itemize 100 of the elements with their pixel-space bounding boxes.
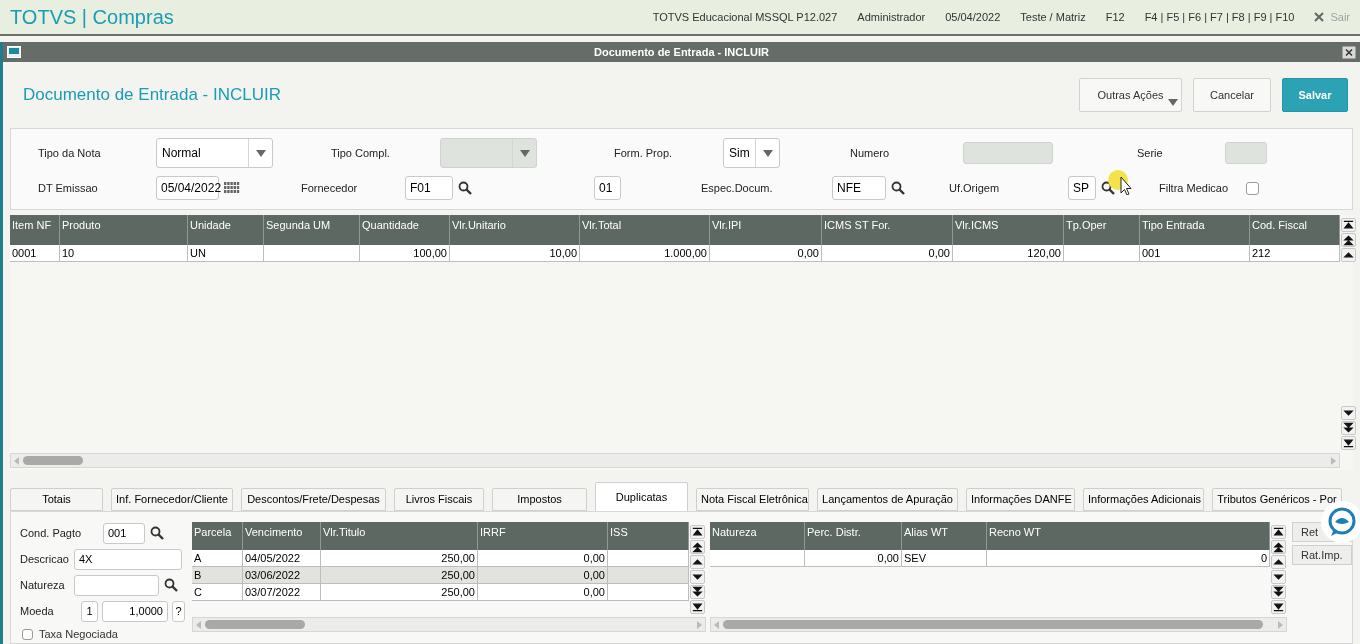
table-cell: 0,00 — [805, 550, 902, 566]
page-up-button[interactable] — [1341, 233, 1356, 247]
input-field[interactable]: 1 — [81, 600, 98, 622]
table-cell: 03/07/2022 — [243, 584, 321, 600]
table-cell: 0,00 — [478, 567, 608, 583]
tab[interactable]: Descontos/Frete/Despesas — [241, 488, 386, 511]
scroll-top-button[interactable] — [690, 525, 705, 539]
status-item: Administrador — [857, 9, 926, 25]
scroll-bottom-button[interactable] — [690, 600, 705, 614]
search-icon[interactable] — [164, 578, 178, 592]
field-label: Espec.Docum. — [701, 180, 774, 196]
table-cell: 0001 — [10, 245, 60, 261]
field-label: Filtra Medicao — [1159, 180, 1230, 196]
tab[interactable]: Duplicatas — [595, 482, 688, 511]
field-label: Tipo Compl. — [331, 145, 391, 161]
close-icon — [1314, 12, 1325, 22]
tab[interactable]: Nota Fiscal Eletrônica — [696, 488, 809, 511]
input-field[interactable]: NFE — [832, 176, 886, 200]
search-icon[interactable] — [150, 526, 164, 540]
input-field[interactable]: 4X — [74, 548, 182, 570]
search-icon[interactable] — [458, 181, 472, 195]
input-field[interactable]: 1,0000 — [102, 600, 168, 622]
field-label: DT Emissao — [38, 180, 99, 196]
table-cell: 250,00 — [321, 550, 478, 566]
table-cell: 0,00 — [822, 245, 953, 261]
table-row[interactable]: B 03/06/2022 250,00 0,00 — [192, 567, 689, 584]
status-item: TOTVS Educacional MSSQL P12.027 — [652, 9, 838, 25]
mouse-pointer-icon — [1107, 169, 1133, 195]
scroll-down-button[interactable] — [1271, 570, 1286, 584]
scroll-top-button[interactable] — [1341, 218, 1356, 232]
down-arrow-icon — [1342, 421, 1355, 435]
status-item: Teste / Matriz — [1020, 9, 1086, 25]
app-title: TOTVS | Compras — [10, 5, 174, 30]
table-row[interactable]: 0001 10 UN 100,00 10,00 1.000,00 0,00 0,00 120,00 001 212 — [10, 245, 1340, 262]
page-title: Documento de Entrada - INCLUIR — [23, 84, 281, 107]
scroll-down-button[interactable] — [1341, 406, 1356, 420]
close-icon[interactable] — [1342, 45, 1356, 59]
table-row[interactable]: A 04/05/2022 250,00 0,00 — [192, 550, 689, 567]
tab[interactable]: Livros Fiscais — [394, 488, 484, 511]
table-cell: B — [192, 567, 243, 583]
page-up-button[interactable] — [690, 540, 705, 554]
search-icon[interactable] — [1101, 181, 1115, 195]
table-cell: 10,00 — [450, 245, 580, 261]
input-field[interactable]: SP — [1068, 176, 1096, 200]
scroll-up-button[interactable] — [1341, 248, 1356, 262]
up-arrow-icon — [1272, 540, 1285, 554]
help-button[interactable]: ? — [172, 600, 185, 622]
table-cell: 0,00 — [478, 550, 608, 566]
page-up-button[interactable] — [1271, 540, 1286, 554]
action-button[interactable]: Cancelar — [1193, 78, 1271, 112]
action-button[interactable]: Outras Ações — [1079, 78, 1182, 112]
scroll-up-button[interactable] — [690, 555, 705, 569]
tab[interactable]: Totais — [10, 488, 103, 511]
scroll-up-button[interactable] — [1271, 555, 1286, 569]
scroll-top-button[interactable] — [1271, 525, 1286, 539]
table-cell: A — [192, 550, 243, 566]
table-cell: 0,00 — [710, 245, 822, 261]
tab[interactable]: Inf. Fornecedor/Cliente — [111, 488, 233, 511]
input-field[interactable] — [74, 574, 159, 596]
input-field[interactable]: 001 — [103, 522, 145, 544]
scroll-bottom-button[interactable] — [1341, 436, 1356, 450]
tab[interactable]: Impostos — [492, 488, 587, 511]
table-row[interactable]: C 03/07/2022 250,00 0,00 — [192, 584, 689, 601]
tab[interactable]: Informações DANFE — [966, 488, 1075, 511]
input-field[interactable]: 05/04/2022 — [156, 176, 219, 200]
select-field[interactable]: Normal — [156, 138, 273, 168]
status-item: 05/04/2022 — [945, 9, 1001, 25]
page-down-button[interactable] — [690, 585, 705, 599]
side-button[interactable]: Rat.Imp. — [1292, 545, 1352, 565]
table-cell: 0,00 — [478, 584, 608, 600]
field-label: Moeda — [20, 603, 55, 619]
checkbox-label: Taxa Negociada — [39, 627, 118, 642]
status-item: F4 | F5 | F6 | F7 | F8 | F9 | F10 — [1144, 9, 1295, 25]
input-field[interactable]: 01 — [594, 176, 621, 200]
input-field[interactable]: F01 — [405, 176, 453, 200]
field-label: Fornecedor — [301, 180, 359, 196]
calendar-icon[interactable] — [224, 182, 240, 194]
tab[interactable]: Lançamentos de Apuração — [817, 488, 958, 511]
checkbox[interactable] — [22, 628, 33, 640]
page-down-button[interactable] — [1271, 585, 1286, 599]
scroll-bottom-button[interactable] — [1271, 600, 1286, 614]
page-down-button[interactable] — [1341, 421, 1356, 435]
caret-icon — [519, 149, 530, 157]
status-item: F12 — [1105, 9, 1125, 25]
table-cell: 04/05/2022 — [243, 550, 321, 566]
search-icon[interactable] — [891, 181, 905, 195]
tab[interactable]: Informações Adicionais — [1083, 488, 1204, 511]
tab[interactable]: Tributos Genéricos - Por — [1212, 488, 1342, 511]
field-label: Tipo da Nota — [38, 145, 102, 161]
scroll-down-button[interactable] — [690, 570, 705, 584]
checkbox[interactable] — [1246, 181, 1259, 195]
field-label: Cond. Pagto — [20, 525, 83, 541]
select-field[interactable]: Sim — [723, 138, 780, 168]
table-cell: 250,00 — [321, 567, 478, 583]
caret-icon — [762, 149, 773, 157]
table-row[interactable]: 0,00 SEV 0 — [710, 550, 1270, 567]
table-cell: SEV — [902, 550, 987, 566]
table-cell: 120,00 — [953, 245, 1064, 261]
field-label: Form. Prop. — [614, 145, 674, 161]
table-cell: C — [192, 584, 243, 600]
